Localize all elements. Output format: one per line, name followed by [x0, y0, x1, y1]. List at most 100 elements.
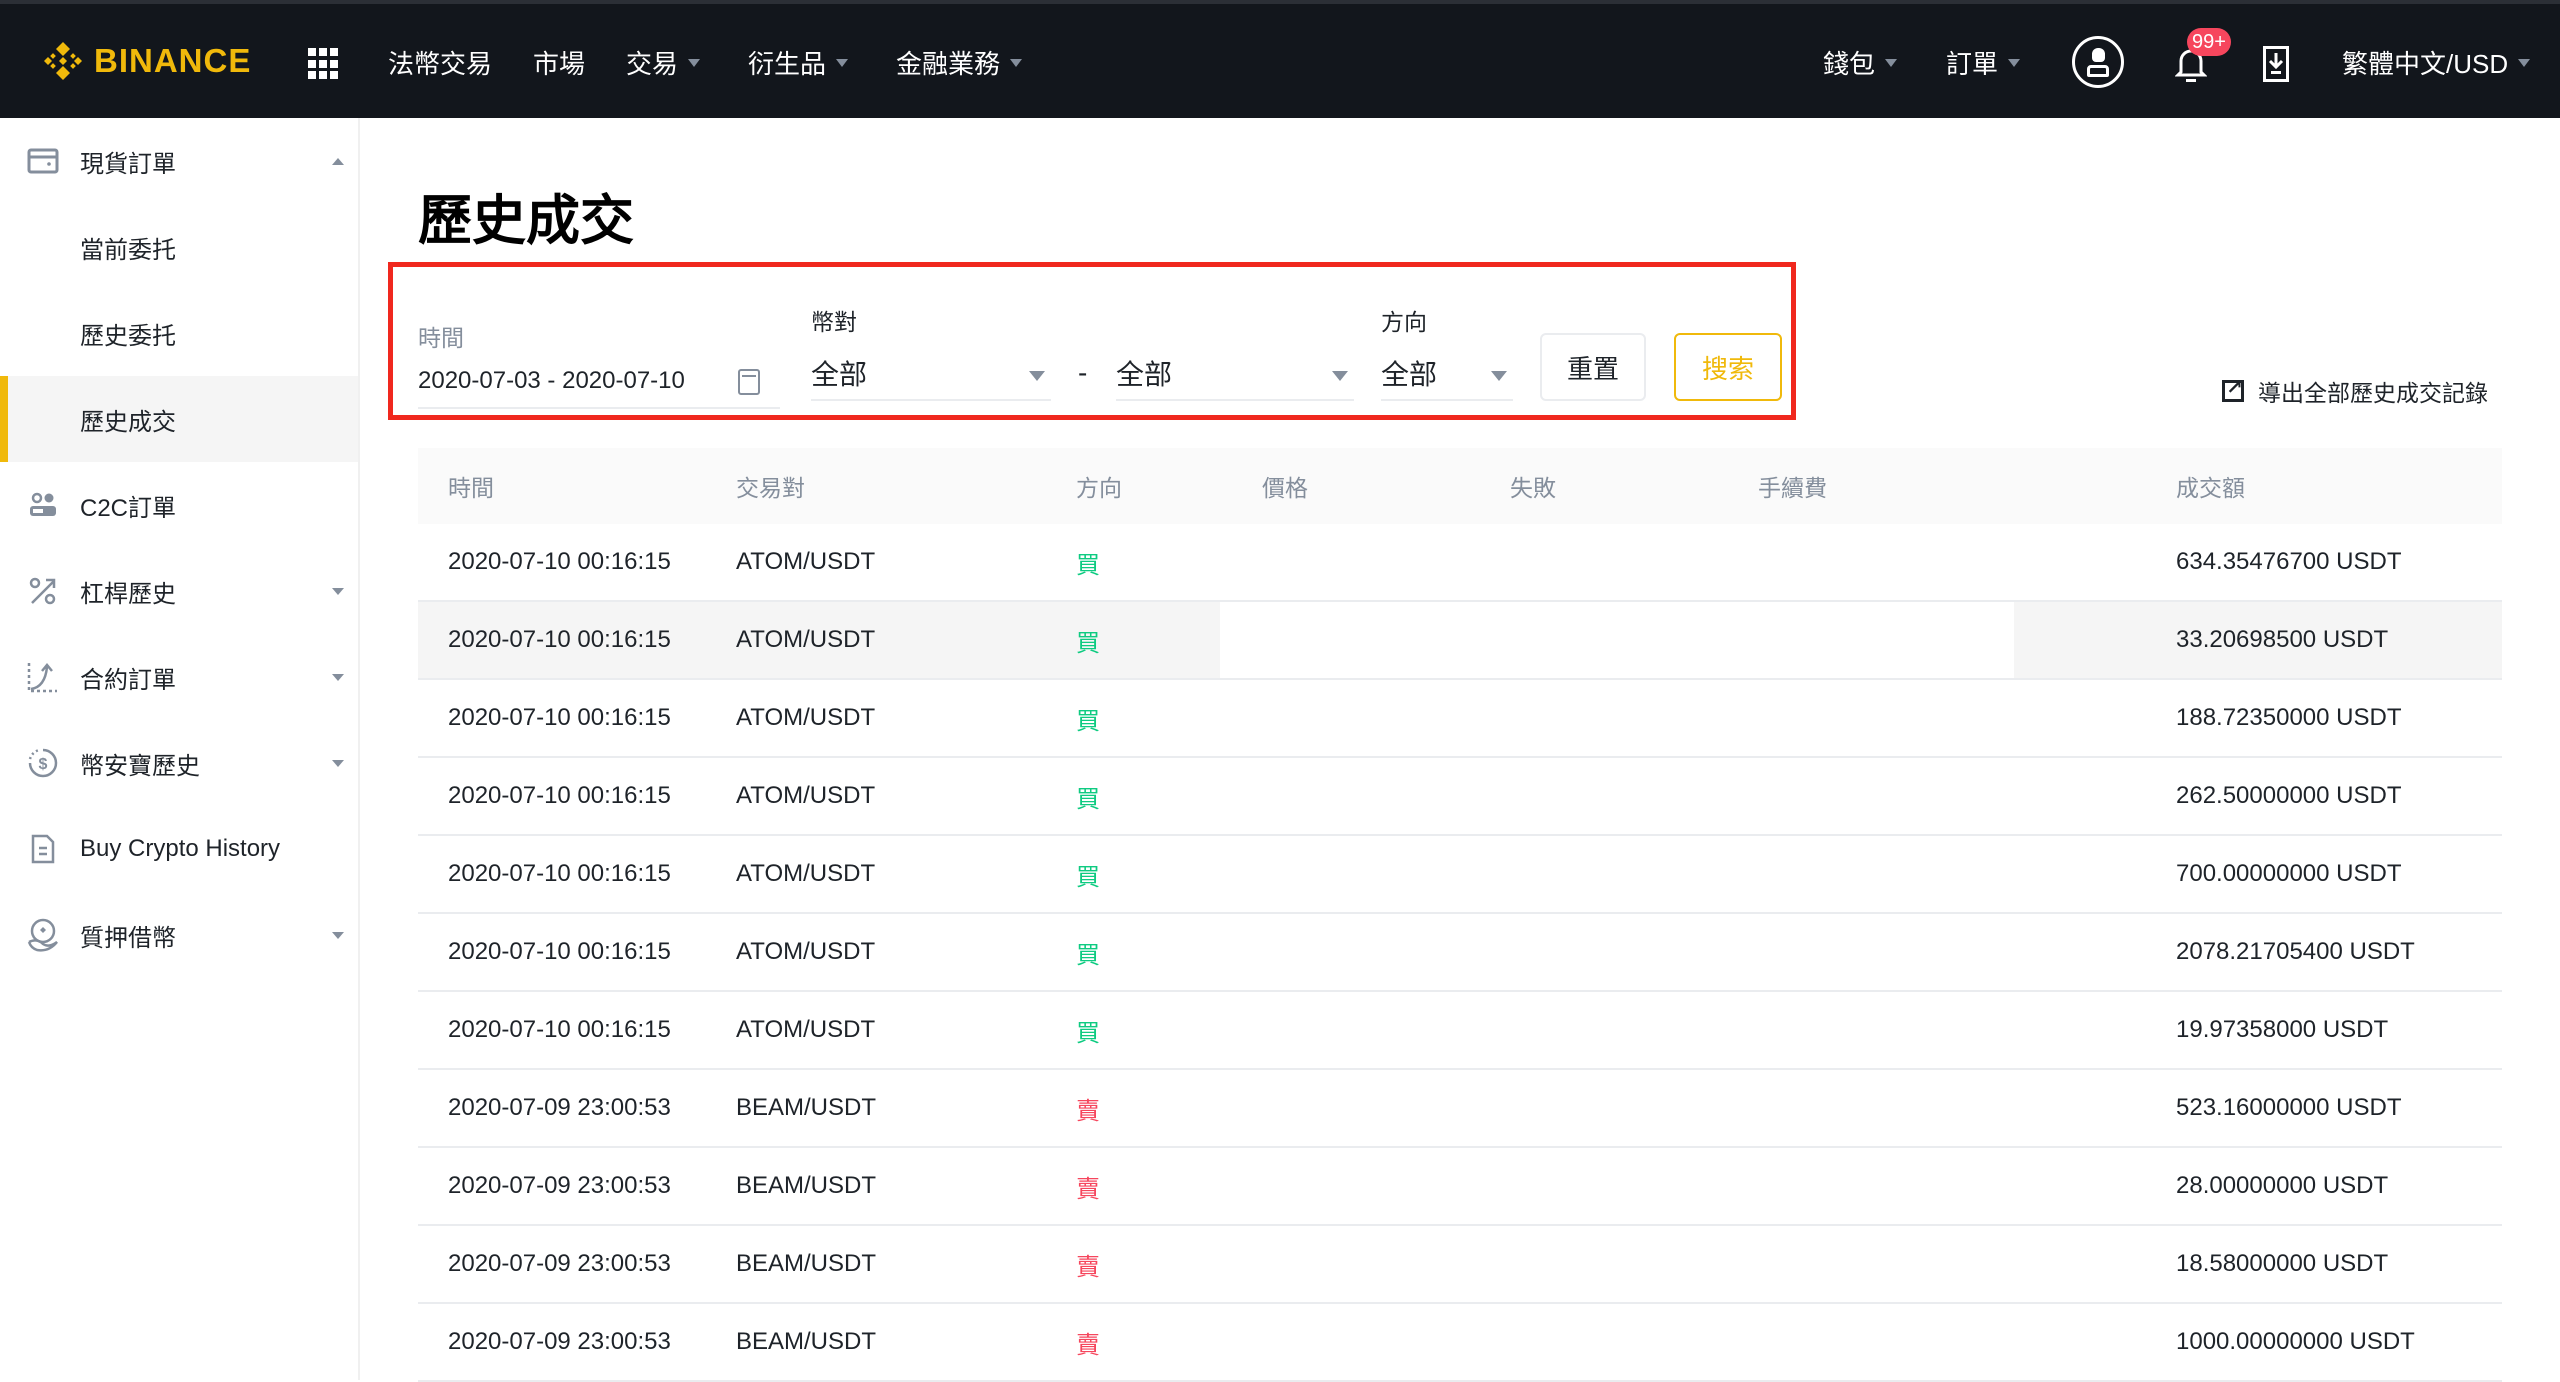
trade-amount: 700.00000000 USDT: [2176, 860, 2402, 887]
language-label: 繁體中文/USD: [2342, 49, 2509, 79]
nav-markets[interactable]: 市場: [533, 44, 585, 81]
trade-side: 買: [1076, 629, 1100, 657]
nav-finance[interactable]: 金融業務: [896, 44, 1023, 81]
trade-side: 賣: [1076, 1331, 1100, 1359]
sidebar-item-order-history[interactable]: 歷史委托: [0, 290, 358, 376]
sidebar-item-buy-crypto-history[interactable]: Buy Crypto History: [0, 806, 358, 892]
caret-down-icon: [332, 931, 344, 939]
trade-side: 買: [1076, 551, 1100, 579]
caret-down-icon: [1010, 58, 1023, 67]
trade-side: 賣: [1076, 1175, 1100, 1203]
pair-separator: -: [1078, 357, 1088, 388]
wallet-icon: [26, 144, 60, 178]
trade-side: 賣: [1076, 1253, 1100, 1281]
column-header-failed: 失敗: [1510, 475, 1556, 501]
search-button[interactable]: 搜索: [1674, 333, 1782, 401]
trade-time: 2020-07-09 23:00:53: [448, 1172, 671, 1199]
nav-label: 交易: [626, 49, 679, 79]
trade-time: 2020-07-10 00:16:15: [448, 860, 671, 887]
trade-amount: 523.16000000 USDT: [2176, 1094, 2402, 1121]
side-filter-label: 方向: [1381, 309, 1427, 335]
binance-logo[interactable]: BINANCE: [42, 40, 251, 82]
trade-side: 買: [1076, 941, 1100, 969]
sidebar-item-label: 歷史成交: [80, 408, 176, 436]
trade-pair: ATOM/USDT: [736, 782, 876, 809]
download-app-icon[interactable]: [2263, 46, 2289, 82]
side-select[interactable]: 全部: [1381, 347, 1513, 401]
table-row[interactable]: 2020-07-09 23:00:53 BEAM/USDT 賣 18.58000000…: [418, 1226, 2502, 1304]
trade-time: 2020-07-09 23:00:53: [448, 1328, 671, 1355]
table-row[interactable]: 2020-07-09 23:00:53 BEAM/USDT 賣 1000.000000…: [418, 1304, 2502, 1382]
sidebar-item-crypto-loans[interactable]: 質押借幣: [0, 892, 358, 978]
trade-side: 買: [1076, 707, 1100, 735]
nav-trade[interactable]: 交易: [626, 44, 701, 81]
table-row[interactable]: 2020-07-10 00:16:15 ATOM/USDT 買 700.0000000…: [418, 836, 2502, 914]
trade-time: 2020-07-10 00:16:15: [448, 626, 671, 653]
caret-down-icon: [1029, 371, 1045, 381]
table-row[interactable]: 2020-07-10 00:16:15 ATOM/USDT 買 33.20698500…: [418, 602, 2502, 680]
table-row[interactable]: 2020-07-09 23:00:53 BEAM/USDT 賣 523.1600000…: [418, 1070, 2502, 1148]
sidebar-item-margin-history[interactable]: 杠桿歷史: [0, 548, 358, 634]
sidebar-item-c2c-orders[interactable]: C2C訂單: [0, 462, 358, 548]
sidebar-item-open-orders[interactable]: 當前委托: [0, 204, 358, 290]
trade-pair: BEAM/USDT: [736, 1250, 877, 1277]
caret-up-icon: [332, 157, 344, 165]
trade-amount: 18.58000000 USDT: [2176, 1250, 2389, 1277]
trade-pair: ATOM/USDT: [736, 704, 876, 731]
binance-logo-icon: [44, 42, 82, 80]
trade-amount: 262.50000000 USDT: [2176, 782, 2402, 809]
sidebar-item-label: 歷史委托: [80, 322, 176, 350]
loan-icon: [26, 918, 60, 952]
table-row[interactable]: 2020-07-10 00:16:15 ATOM/USDT 買 19.97358000…: [418, 992, 2502, 1070]
nav-orders[interactable]: 訂單: [1946, 44, 2021, 81]
reset-button[interactable]: 重置: [1540, 333, 1646, 401]
sidebar-item-trade-history[interactable]: 歷史成交: [0, 376, 358, 462]
caret-down-icon: [688, 58, 701, 67]
svg-text:$: $: [39, 756, 48, 773]
table-row[interactable]: 2020-07-10 00:16:15 ATOM/USDT 買 2078.217054…: [418, 914, 2502, 992]
sidebar-item-savings-history[interactable]: $ 幣安寶歷史: [0, 720, 358, 806]
export-label: 導出全部歷史成交記錄: [2258, 380, 2488, 406]
apps-grid-icon[interactable]: [308, 48, 340, 80]
table-row[interactable]: 2020-07-09 23:00:53 BEAM/USDT 賣 28.00000000…: [418, 1148, 2502, 1226]
trade-side: 買: [1076, 1019, 1100, 1047]
date-range-value: 2020-07-03 - 2020-07-10: [418, 367, 685, 394]
trade-time: 2020-07-10 00:16:15: [448, 938, 671, 965]
table-body: 2020-07-10 00:16:15 ATOM/USDT 買 634.3547670…: [418, 524, 2502, 1382]
trade-time: 2020-07-10 00:16:15: [448, 548, 671, 575]
trade-amount: 33.20698500 USDT: [2176, 626, 2389, 653]
trade-amount: 1000.00000000 USDT: [2176, 1328, 2415, 1355]
calendar-icon[interactable]: [738, 369, 760, 395]
trade-pair: ATOM/USDT: [736, 626, 876, 653]
trade-pair: ATOM/USDT: [736, 1016, 876, 1043]
time-filter-label: 時間: [418, 325, 464, 351]
export-trade-history-link[interactable]: 導出全部歷史成交記錄: [2222, 374, 2488, 408]
notification-badge: 99+: [2187, 28, 2231, 56]
language-currency-selector[interactable]: 繁體中文/USD: [2342, 44, 2531, 81]
trade-pair: BEAM/USDT: [736, 1328, 877, 1355]
caret-down-icon: [332, 673, 344, 681]
nav-wallet[interactable]: 錢包: [1823, 44, 1898, 81]
base-asset-select[interactable]: 全部: [811, 347, 1051, 401]
trade-amount: 634.35476700 USDT: [2176, 548, 2402, 575]
nav-label: 訂單: [1946, 49, 1999, 79]
table-row[interactable]: 2020-07-10 00:16:15 ATOM/USDT 買 188.7235000…: [418, 680, 2502, 758]
date-range-input[interactable]: 2020-07-03 - 2020-07-10: [418, 355, 780, 409]
user-account-icon[interactable]: [2072, 36, 2124, 88]
futures-icon: [26, 660, 60, 694]
sidebar-item-label: 質押借幣: [80, 924, 176, 952]
sidebar-item-spot-orders[interactable]: 現貨訂單: [0, 118, 358, 204]
table-row[interactable]: 2020-07-10 00:16:15 ATOM/USDT 買 262.5000000…: [418, 758, 2502, 836]
column-header-time: 時間: [448, 475, 494, 501]
quote-asset-select[interactable]: 全部: [1116, 347, 1354, 401]
nav-derivatives[interactable]: 衍生品: [748, 44, 849, 81]
table-row[interactable]: 2020-07-10 00:16:15 ATOM/USDT 買 634.3547670…: [418, 524, 2502, 602]
nav-label: 市場: [533, 49, 586, 79]
nav-fiat-trade[interactable]: 法幣交易: [388, 44, 492, 81]
sidebar-item-futures-orders[interactable]: 合約訂單: [0, 634, 358, 720]
trade-time: 2020-07-09 23:00:53: [448, 1094, 671, 1121]
trade-side: 買: [1076, 863, 1100, 891]
document-icon: [26, 832, 60, 866]
trade-time: 2020-07-10 00:16:15: [448, 704, 671, 731]
trade-time: 2020-07-09 23:00:53: [448, 1250, 671, 1277]
